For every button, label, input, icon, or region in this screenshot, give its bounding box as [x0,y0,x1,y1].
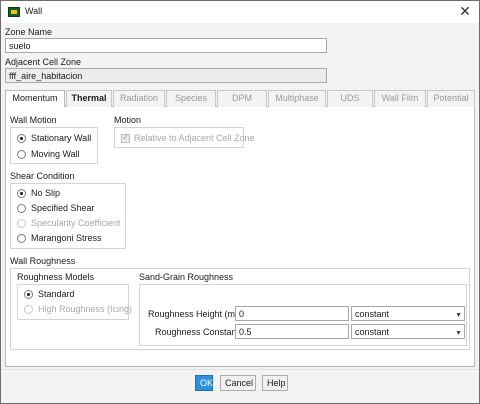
radio-label: Stationary Wall [31,133,92,143]
adjacent-cell-zone-field: fff_aire_habitacion [5,68,327,83]
shear-condition-label: Shear Condition [10,171,75,181]
radio-button[interactable] [17,188,26,198]
radio-button[interactable] [17,149,26,159]
adjacent-cell-zone-label: Adjacent Cell Zone [5,57,82,67]
wall-motion-label: Wall Motion [10,115,57,125]
radio-specularity-coefficient: Specularity Coefficient [17,218,120,228]
radio-label: Specularity Coefficient [31,218,121,228]
roughness-height-method-select[interactable]: constant ▼ [351,306,465,321]
radio-high-roughness: High Roughness (Icing) [24,304,132,314]
radio-marangoni-stress[interactable]: Marangoni Stress [17,233,102,243]
chevron-down-icon: ▼ [455,312,462,319]
tab-species[interactable]: Species [166,90,216,107]
radio-button[interactable] [17,203,26,213]
sand-grain-roughness-label: Sand-Grain Roughness [139,272,234,282]
motion-label: Motion [114,115,142,125]
shear-condition-group: No Slip Specified Shear Specularity Coef… [10,183,126,249]
wall-dialog: Wall ✕ Zone Name suelo Adjacent Cell Zon… [0,0,480,404]
wall-motion-group: Stationary Wall Moving Wall [10,127,98,164]
wall-roughness-label: Wall Roughness [10,256,76,266]
motion-group: Relative to Adjacent Cell Zone [114,127,255,148]
radio-button [24,304,33,314]
radio-moving-wall[interactable]: Moving Wall [17,149,80,159]
roughness-constant-label: Roughness Constant [155,327,240,337]
footer-divider [1,369,479,370]
close-icon[interactable]: ✕ [457,3,473,19]
roughness-height-label: Roughness Height (m) [148,309,239,319]
checkbox-label: Relative to Adjacent Cell Zone [134,133,255,143]
momentum-panel: Wall Motion Stationary Wall Moving Wall … [5,107,475,367]
radio-label: Marangoni Stress [31,233,102,243]
sand-grain-group: Roughness Height (m) 0 constant ▼ Roughn… [139,284,467,346]
select-value: constant [355,309,390,319]
radio-button [17,218,26,228]
tab-potential[interactable]: Potential [427,90,475,107]
radio-button[interactable] [17,233,26,243]
radio-label: Standard [38,289,75,299]
tab-radiation[interactable]: Radiation [113,90,165,107]
relative-to-adjacent-checkbox[interactable]: Relative to Adjacent Cell Zone [121,132,255,143]
tab-momentum[interactable]: Momentum [5,90,65,108]
wall-roughness-group: Roughness Models Standard High Roughness… [10,268,470,350]
tab-wall-film[interactable]: Wall Film [374,90,426,107]
check-icon[interactable] [121,132,130,143]
radio-label: Moving Wall [31,149,80,159]
radio-stationary-wall[interactable]: Stationary Wall [17,133,91,143]
radio-no-slip[interactable]: No Slip [17,188,60,198]
radio-button[interactable] [24,289,33,299]
select-value: constant [355,327,390,337]
radio-specified-shear[interactable]: Specified Shear [17,203,95,213]
tab-multiphase[interactable]: Multiphase [268,90,326,107]
roughness-constant-input[interactable]: 0.5 [235,324,349,339]
zone-name-label: Zone Name [5,27,53,37]
tab-thermal[interactable]: Thermal [66,90,112,107]
radio-label: High Roughness (Icing) [38,304,133,314]
window-title: Wall [25,6,43,16]
help-button[interactable]: Help [262,375,288,391]
roughness-models-group: Standard High Roughness (Icing) [17,284,132,320]
zone-name-input[interactable]: suelo [5,38,327,53]
fluent-app-icon [8,7,20,17]
title-bar: Wall ✕ [1,1,479,23]
radio-label: Specified Shear [31,203,95,213]
tab-uds[interactable]: UDS [327,90,373,107]
radio-standard[interactable]: Standard [24,289,75,299]
radio-button[interactable] [17,133,26,143]
ok-button[interactable]: OK [195,375,213,391]
tab-bar: Momentum Thermal Radiation Species DPM M… [5,90,475,108]
radio-label: No Slip [31,188,61,198]
roughness-models-label: Roughness Models [17,272,95,282]
roughness-constant-method-select[interactable]: constant ▼ [351,324,465,339]
roughness-height-input[interactable]: 0 [235,306,349,321]
tab-dpm[interactable]: DPM [217,90,267,107]
cancel-button[interactable]: Cancel [220,375,256,391]
chevron-down-icon: ▼ [455,330,462,337]
